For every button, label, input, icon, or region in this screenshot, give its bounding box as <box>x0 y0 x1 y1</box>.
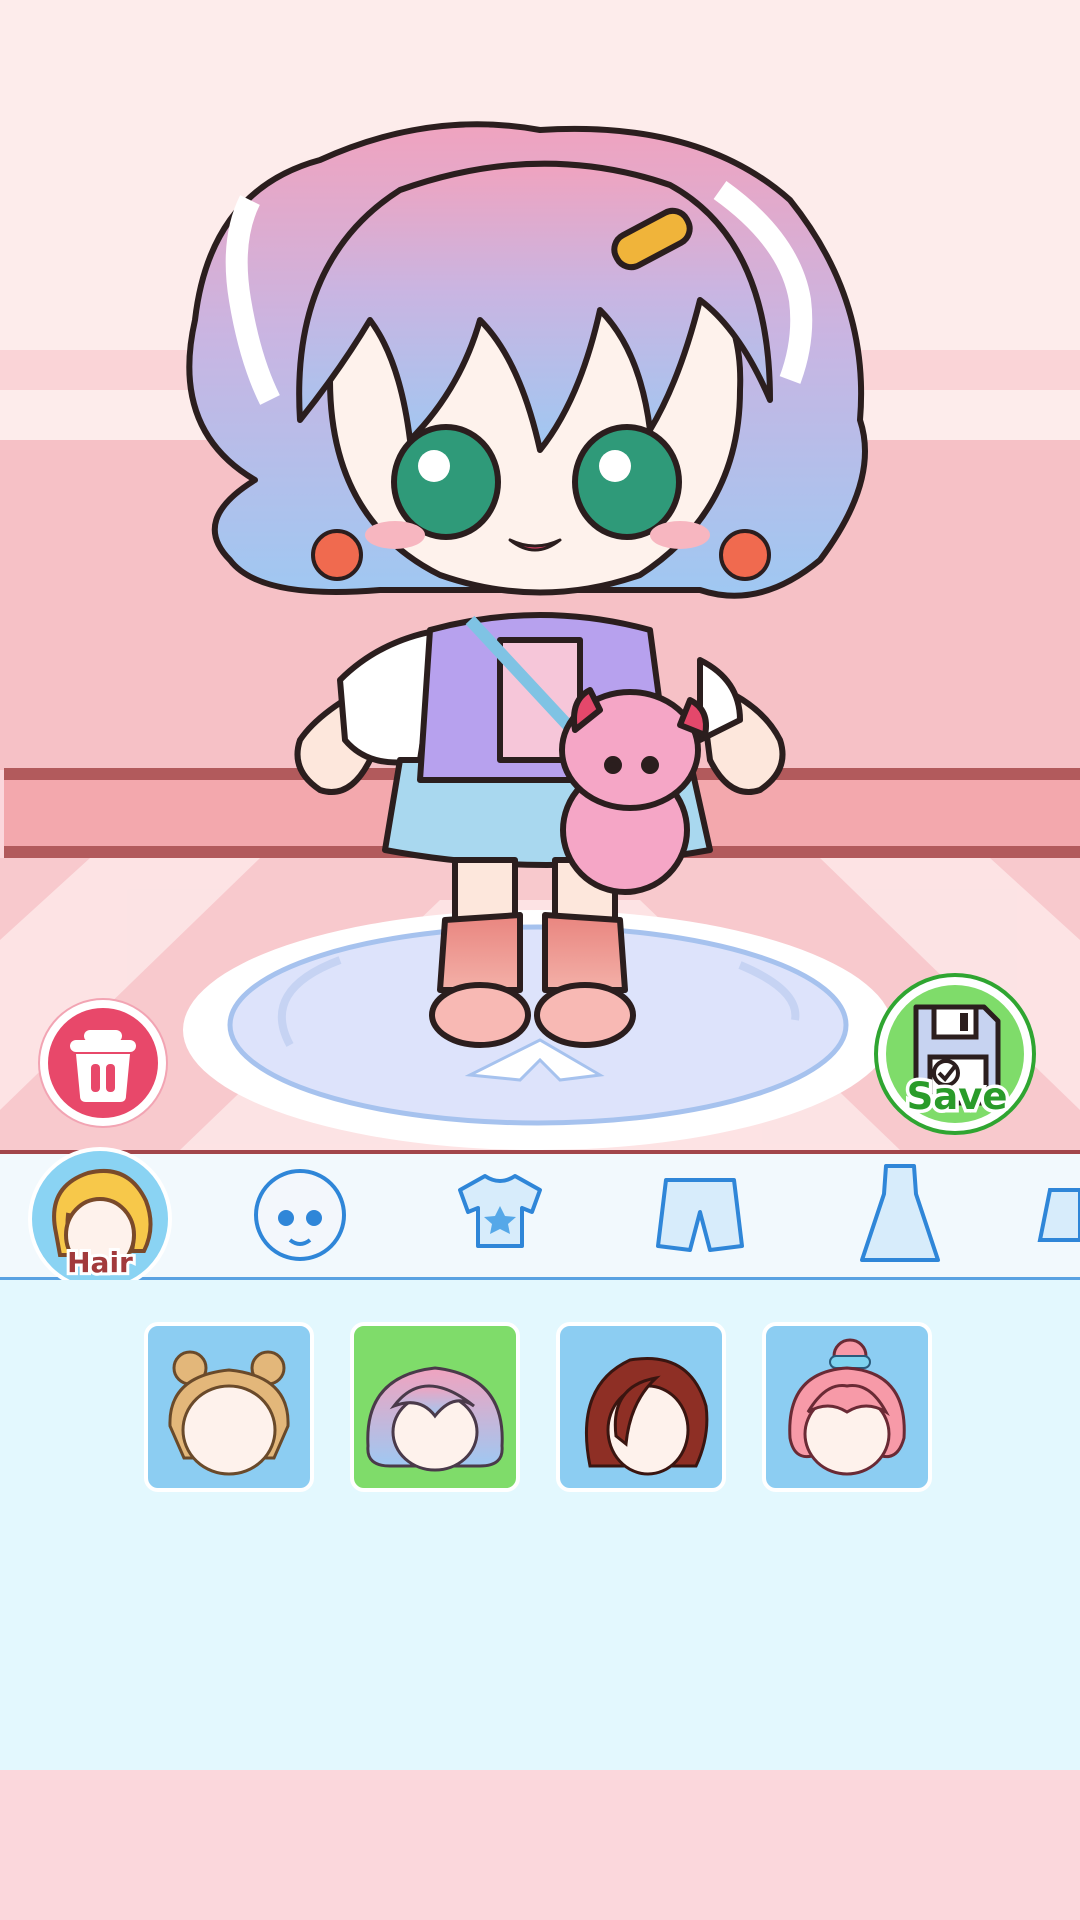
hair-option-pastel-twin-braids[interactable] <box>350 1322 520 1492</box>
tab-face[interactable] <box>230 1150 370 1276</box>
save-button[interactable]: Save <box>874 973 1040 1139</box>
hair-preview-icon <box>168 1350 290 1476</box>
dress-icon <box>860 1164 940 1262</box>
delete-button[interactable] <box>40 1000 166 1126</box>
save-label: Save <box>903 1072 1011 1122</box>
tab-bottoms[interactable] <box>630 1150 770 1276</box>
trash-icon <box>70 1030 136 1102</box>
hair-option-brown-bob[interactable] <box>556 1322 726 1492</box>
tab-dress[interactable] <box>830 1150 970 1276</box>
tab-top[interactable] <box>430 1150 570 1276</box>
shorts-icon <box>656 1178 744 1252</box>
tab-hair-label: Hair <box>64 1243 136 1282</box>
hair-preview-icon <box>366 1366 504 1472</box>
hair-option-pink-bun-with-bow[interactable] <box>762 1322 932 1492</box>
tab-socks[interactable] <box>1030 1150 1080 1276</box>
shirt-icon <box>458 1174 542 1248</box>
hair-preview-icon <box>788 1338 906 1476</box>
bottom-strip <box>0 1770 1080 1920</box>
face-icon <box>254 1169 346 1261</box>
hair-option-blonde-space-buns[interactable] <box>144 1322 314 1492</box>
hair-preview-icon <box>585 1357 709 1476</box>
delete-button-face <box>48 1008 158 1118</box>
socks-icon <box>1037 1188 1080 1242</box>
